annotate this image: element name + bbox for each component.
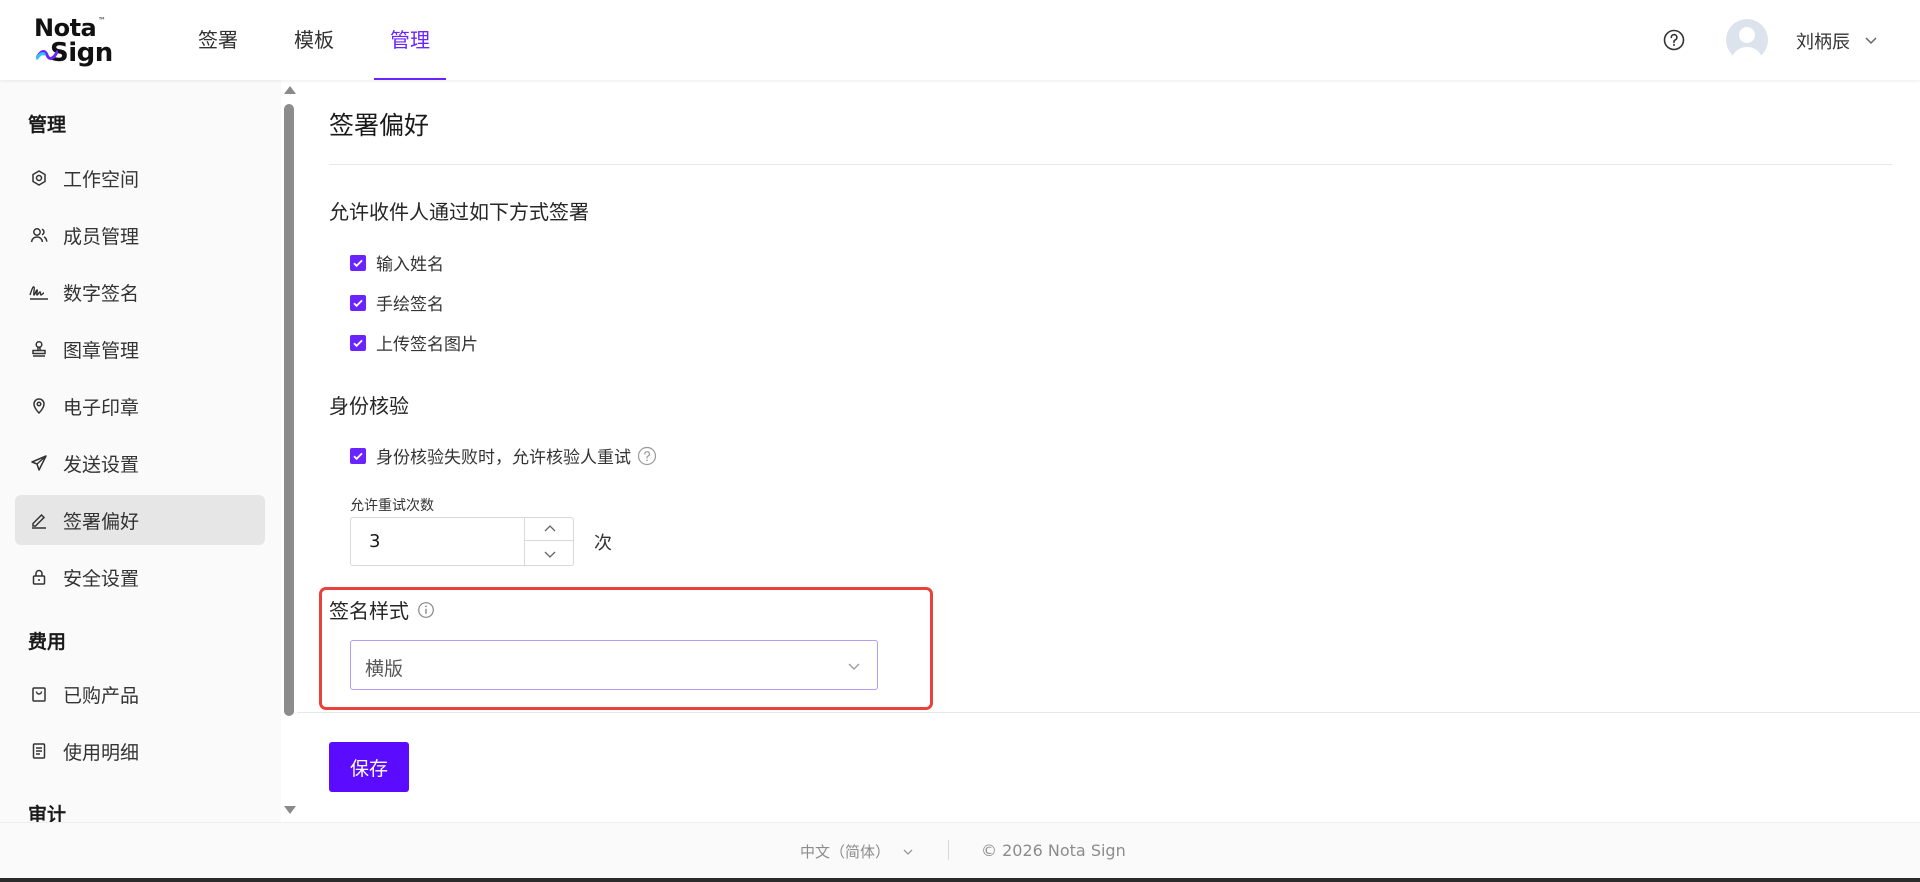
user-avatar[interactable] <box>1726 19 1768 61</box>
bag-icon <box>29 684 49 704</box>
option-label: 输入姓名 <box>376 255 444 275</box>
nav-tab-sign[interactable]: 签署 <box>182 0 254 80</box>
chevron-down-icon <box>903 849 913 855</box>
top-header: Nota ™ Sign 签署 模板 管理 刘柄辰 <box>0 0 1920 80</box>
checkmark-icon <box>353 259 363 267</box>
stepper-controls <box>524 518 574 565</box>
scroll-down-arrow-icon[interactable] <box>284 806 296 814</box>
sidebar-item-send-settings[interactable]: 发送设置 <box>15 438 265 488</box>
checkbox-type-name[interactable] <box>350 254 366 271</box>
signature-style-text: 签名样式 <box>329 599 409 623</box>
option-label: 上传签名图片 <box>376 335 478 355</box>
checkbox-upload-signature[interactable] <box>350 334 366 351</box>
nav-tab-templates[interactable]: 模板 <box>278 0 350 80</box>
option-type-name[interactable]: 输入姓名 <box>350 250 444 275</box>
signature-style-label: 签名样式 <box>329 595 435 624</box>
location-pin-icon <box>29 396 49 416</box>
signature-icon <box>29 282 49 302</box>
signature-style-select[interactable]: 横版 <box>350 640 878 690</box>
sidebar-item-label: 安全设置 <box>63 567 140 590</box>
user-name[interactable]: 刘柄辰 <box>1796 28 1850 54</box>
action-divider <box>297 712 1920 713</box>
nav-tab-manage[interactable]: 管理 <box>374 0 446 80</box>
increment-button[interactable] <box>525 518 574 541</box>
logo-trademark: ™ <box>98 16 106 25</box>
sidebar-item-label: 签署偏好 <box>63 510 140 533</box>
checkbox-allow-retry[interactable] <box>350 447 366 464</box>
checkbox-draw-signature[interactable] <box>350 294 366 311</box>
sidebar-section-manage: 管理 <box>28 114 67 136</box>
sidebar-item-usage-details[interactable]: 使用明细 <box>15 726 265 776</box>
main-content: 签署偏好 允许收件人通过如下方式签署 输入姓名 手绘签名 上传签名图片 身份核验… <box>297 80 1920 822</box>
page-title: 签署偏好 <box>329 111 430 140</box>
sidebar-item-label: 数字签名 <box>63 282 140 305</box>
language-selector[interactable]: 中文（简体） <box>800 841 914 862</box>
chevron-down-icon[interactable] <box>1864 33 1878 47</box>
logo-text-sign: Sign <box>50 38 113 68</box>
info-icon[interactable] <box>417 601 435 619</box>
retry-count-label: 允许重试次数 <box>350 498 434 514</box>
checkmark-icon <box>353 452 363 460</box>
stamp-icon <box>29 339 49 359</box>
chevron-down-icon <box>848 663 860 670</box>
send-icon <box>29 453 49 473</box>
option-draw-signature[interactable]: 手绘签名 <box>350 290 444 315</box>
option-label: 手绘签名 <box>376 295 444 315</box>
logo-swoosh-icon <box>36 50 58 60</box>
sidebar-item-sign-preferences[interactable]: 签署偏好 <box>15 495 265 545</box>
sidebar-item-label: 已购产品 <box>63 684 140 707</box>
retry-unit: 次 <box>594 533 612 554</box>
document-icon <box>29 741 49 761</box>
question-icon[interactable] <box>637 446 657 466</box>
sidebar-item-purchased-products[interactable]: 已购产品 <box>15 669 265 719</box>
copyright-text: © 2026 Nota Sign <box>981 841 1126 860</box>
save-button[interactable]: 保存 <box>329 742 409 792</box>
option-label: 身份核验失败时，允许核验人重试 <box>376 448 631 468</box>
sidebar-item-label: 电子印章 <box>63 396 140 419</box>
language-label: 中文（简体） <box>800 843 891 861</box>
decrement-button[interactable] <box>525 542 574 565</box>
sidebar-item-e-seal[interactable]: 电子印章 <box>15 381 265 431</box>
sidebar-item-label: 使用明细 <box>63 741 140 764</box>
title-divider <box>329 164 1892 165</box>
sidebar-item-label: 成员管理 <box>63 225 140 248</box>
sidebar-item-label: 发送设置 <box>63 453 140 476</box>
sign-methods-label: 允许收件人通过如下方式签署 <box>329 200 589 224</box>
members-icon <box>29 225 49 245</box>
help-icon[interactable] <box>1662 28 1686 52</box>
retry-count-stepper[interactable]: 3 <box>350 517 574 566</box>
main-nav: 签署 模板 管理 <box>182 0 470 80</box>
footer-divider <box>948 840 949 860</box>
option-allow-retry[interactable]: 身份核验失败时，允许核验人重试 <box>350 443 657 468</box>
edit-pen-icon <box>29 510 49 530</box>
checkmark-icon <box>353 299 363 307</box>
sidebar-section-audit: 审计 <box>28 804 67 822</box>
option-upload-signature[interactable]: 上传签名图片 <box>350 330 478 355</box>
scroll-up-arrow-icon[interactable] <box>284 86 296 94</box>
scroll-thumb[interactable] <box>284 104 294 716</box>
window-bottom-edge <box>0 878 1920 882</box>
sidebar-item-stamp-management[interactable]: 图章管理 <box>15 324 265 374</box>
sidebar-item-label: 工作空间 <box>63 168 140 191</box>
sidebar-item-digital-signature[interactable]: 数字签名 <box>15 267 265 317</box>
signature-style-value: 横版 <box>365 658 404 680</box>
sidebar-section-billing: 费用 <box>28 631 67 653</box>
chevron-up-icon <box>544 525 555 532</box>
checkmark-icon <box>353 339 363 347</box>
sidebar-item-members[interactable]: 成员管理 <box>15 210 265 260</box>
workspace-icon <box>29 168 49 188</box>
sidebar-scrollbar[interactable] <box>281 80 297 822</box>
user-silhouette-icon <box>1731 27 1763 61</box>
sidebar-item-label: 图章管理 <box>63 339 140 362</box>
footer: 中文（简体） © 2026 Nota Sign <box>0 822 1920 878</box>
chevron-down-icon <box>544 551 555 558</box>
sidebar-item-security-settings[interactable]: 安全设置 <box>15 552 265 602</box>
identity-verification-label: 身份核验 <box>329 394 409 418</box>
lock-icon <box>29 567 49 587</box>
sidebar: 管理 工作空间 成员管理 数字签名 图章管理 电子印章 发送设置 签署偏好 安全… <box>0 80 281 822</box>
retry-count-value[interactable]: 3 <box>369 531 380 552</box>
sidebar-item-workspace[interactable]: 工作空间 <box>15 153 265 203</box>
nota-sign-logo[interactable]: Nota ™ Sign <box>32 14 116 68</box>
